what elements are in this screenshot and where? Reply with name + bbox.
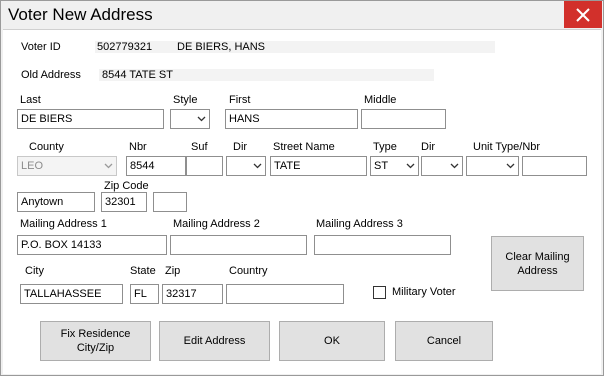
zip-extension-input[interactable] <box>153 192 187 212</box>
close-button[interactable] <box>564 1 602 28</box>
first-name-input[interactable]: HANS <box>225 109 358 129</box>
dialog-title: Voter New Address <box>8 5 153 24</box>
street-number-label: Nbr <box>129 141 147 153</box>
street-type-select[interactable]: ST <box>370 156 419 176</box>
mailing-address-1-input[interactable]: P.O. BOX 14133 <box>17 235 167 255</box>
street-type-label: Type <box>373 141 397 153</box>
ok-label: OK <box>324 335 340 347</box>
county-select-value: LEO <box>21 160 44 172</box>
suffix-input[interactable] <box>186 156 223 176</box>
county-select[interactable]: LEO <box>17 156 117 176</box>
direction-select[interactable] <box>226 156 266 176</box>
mailing-address-2-input[interactable] <box>170 235 307 255</box>
chevron-down-icon <box>506 163 515 169</box>
street-name-input[interactable]: TATE <box>270 156 367 176</box>
mailing-address-2-label: Mailing Address 2 <box>173 218 260 230</box>
chevron-down-icon <box>406 163 415 169</box>
chevron-down-icon <box>197 116 206 122</box>
old-address-label: Old Address <box>21 69 81 81</box>
cancel-button[interactable]: Cancel <box>395 321 493 361</box>
mailing-address-3-label: Mailing Address 3 <box>316 218 403 230</box>
residence-city-input[interactable]: Anytown <box>17 192 95 212</box>
middle-name-input[interactable] <box>361 109 446 129</box>
unit-type-select[interactable] <box>466 156 519 176</box>
street-name-label: Street Name <box>273 141 335 153</box>
chevron-down-icon <box>104 163 113 169</box>
close-icon <box>576 8 590 22</box>
voter-id-label: Voter ID <box>21 41 61 53</box>
post-direction-label: Dir <box>421 141 436 153</box>
mailing-country-input[interactable] <box>226 284 344 304</box>
military-voter-checkbox[interactable] <box>373 286 386 299</box>
clear-mailing-address-label: Clear Mailing Address <box>505 250 570 277</box>
mailing-zip-input[interactable]: 32317 <box>162 284 223 304</box>
mailing-state-label: State <box>130 265 156 277</box>
edit-address-label: Edit Address <box>183 335 246 347</box>
zip-code-input[interactable]: 32301 <box>101 192 147 212</box>
cancel-label: Cancel <box>426 335 462 347</box>
mailing-city-label: City <box>25 265 44 277</box>
edit-address-button[interactable]: Edit Address <box>159 321 270 361</box>
suffix-label: Suf <box>191 141 208 153</box>
mailing-state-input[interactable]: FL <box>130 284 159 304</box>
last-name-label: Last <box>20 94 41 106</box>
middle-name-label: Middle <box>364 94 397 106</box>
old-address-value: 8544 TATE ST <box>102 69 173 81</box>
street-type-select-value: ST <box>374 160 389 172</box>
ok-button[interactable]: OK <box>279 321 385 361</box>
unit-type-label: Unit Type/Nbr <box>473 141 541 153</box>
style-select[interactable] <box>170 109 210 129</box>
post-direction-select[interactable] <box>421 156 463 176</box>
fix-residence-city-zip-button[interactable]: Fix Residence City/Zip <box>40 321 151 361</box>
last-name-input[interactable]: DE BIERS <box>17 109 164 129</box>
fix-residence-city-zip-label: Fix Residence City/Zip <box>60 328 131 354</box>
first-name-label: First <box>229 94 251 106</box>
unit-number-input[interactable] <box>522 156 587 176</box>
mailing-address-3-input[interactable] <box>314 235 451 255</box>
mailing-address-1-label: Mailing Address 1 <box>20 218 107 230</box>
voter-id-strip <box>95 41 495 53</box>
dialog-body: Voter ID 502779321 DE BIERS, HANS Old Ad… <box>3 29 601 374</box>
clear-mailing-address-button[interactable]: Clear Mailing Address <box>491 236 584 291</box>
voter-id-value: 502779321 <box>97 41 153 53</box>
mailing-city-input[interactable]: TALLAHASSEE <box>20 284 123 304</box>
county-label: County <box>29 141 64 153</box>
chevron-down-icon <box>253 163 262 169</box>
mailing-country-label: Country <box>229 265 268 277</box>
direction-label: Dir <box>233 141 248 153</box>
chevron-down-icon <box>450 163 459 169</box>
style-label: Style <box>173 94 198 106</box>
voter-name-value: DE BIERS, HANS <box>177 41 266 53</box>
voter-new-address-dialog: Voter New Address Voter ID 502779321 DE … <box>0 0 604 376</box>
zip-code-label: Zip Code <box>104 180 149 192</box>
military-voter-label: Military Voter <box>392 286 456 298</box>
street-number-input[interactable]: 8544 <box>126 156 186 176</box>
mailing-zip-label: Zip <box>165 265 181 277</box>
title-bar: Voter New Address <box>1 1 603 29</box>
